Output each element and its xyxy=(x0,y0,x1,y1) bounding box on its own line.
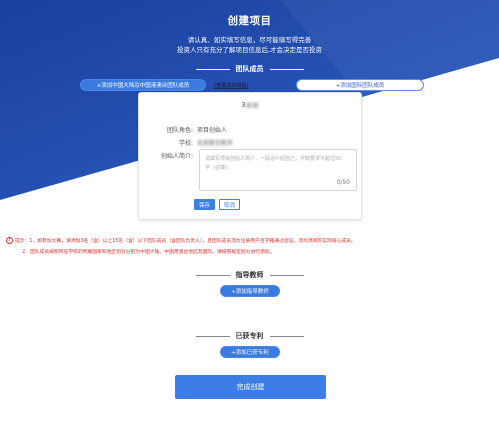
save-button[interactable]: 保存 xyxy=(194,199,215,210)
patent-section-heading: 已获专利 xyxy=(0,331,499,341)
tip-line-1-text: 提示：1、如参加大赛，请添加3名（含）以上15名（含）以下团队成员（含团队负责人… xyxy=(15,239,356,244)
intro-text-line-2: 投资人只有充分了解项目信息后,才会决定是否投资 xyxy=(176,46,323,54)
member-name-blurred: ■■ xyxy=(245,101,259,109)
add-advisor-button[interactable]: +添加指导教师 xyxy=(220,285,280,297)
warning-icon: ! xyxy=(6,237,13,244)
advisor-heading-text: 指导教师 xyxy=(235,271,264,279)
divider-line xyxy=(195,68,230,70)
role-label: 团队角色: xyxy=(166,127,193,134)
page-title: 创建项目 xyxy=(227,15,272,27)
patent-heading-text: 已获专利 xyxy=(235,332,264,340)
team-heading-text: 团队成员 xyxy=(235,65,264,73)
complete-creation-button[interactable]: 完成创建 xyxy=(175,375,326,399)
member-name: 3■■ xyxy=(139,101,361,109)
school-label: 学校: xyxy=(178,140,193,147)
school-value: 北京航空航天 xyxy=(197,140,234,147)
intro-text-line-1: 请认真、如实填写信息，尽可能填写得完善 xyxy=(187,36,312,44)
cancel-button[interactable]: 取消 xyxy=(219,199,240,210)
founder-intro-textarea[interactable]: 请填写项目创始人简介，一段话介绍自己，字数要求不超过50字（必填）。 0/50 xyxy=(199,149,357,191)
divider-line xyxy=(195,274,230,276)
member-name-text: 3 xyxy=(241,101,246,109)
divider-line xyxy=(269,68,304,70)
view-flow-link[interactable]: (查看具体流程) xyxy=(214,82,249,89)
char-counter: 0/50 xyxy=(336,179,350,186)
divider-line xyxy=(195,335,230,337)
founder-intro-label: 创始人简介: xyxy=(160,153,193,160)
add-patent-button[interactable]: +添加已获专利 xyxy=(220,346,280,358)
role-value: 项目创始人 xyxy=(197,127,228,134)
founder-intro-placeholder: 请填写项目创始人简介，一段话介绍自己，字数要求不超过50字（必填）。 xyxy=(205,156,342,171)
add-mainland-member-button[interactable]: +添加中国大陆及中国港澳台团队成员 xyxy=(80,79,206,91)
add-international-member-button[interactable]: +添加国际团队成员 xyxy=(296,79,424,91)
advisor-section-heading: 指导教师 xyxy=(0,270,499,280)
team-section-heading: 团队成员 xyxy=(0,64,499,74)
divider-line xyxy=(269,335,304,337)
tip-line-2: 2、团队成员按照所在学校的所属国家和地区划分分别为中国大陆、中国港澳台地区及国际… xyxy=(22,250,275,255)
member-card: 3■■ 团队角色: 项目创始人 学校: 北京航空航天 创始人简介: 请填写项目创… xyxy=(138,92,362,220)
divider-line xyxy=(269,274,304,276)
tip-line-1: ! 提示：1、如参加大赛，请添加3名（含）以上15名（含）以下团队成员（含团队负责… xyxy=(6,237,356,244)
